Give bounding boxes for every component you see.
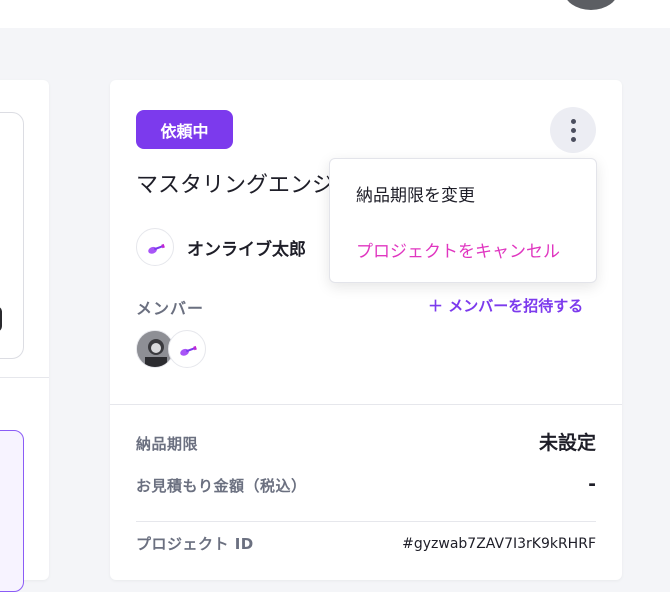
deadline-value: 未設定	[538, 432, 596, 454]
more-options-button[interactable]	[550, 107, 596, 153]
menu-item-change-deadline[interactable]: 納品期限を変更	[356, 181, 475, 206]
more-vertical-icon	[570, 118, 576, 124]
details-divider	[136, 521, 596, 522]
project-id-label: プロジェクト ID	[136, 535, 254, 553]
estimate-label: お見積もり金額（税込）	[136, 477, 307, 495]
menu-item-cancel-project[interactable]: プロジェクトをキャンセル	[356, 237, 560, 262]
owner-name: オンライブ太郎	[187, 240, 306, 260]
status-badge: 依頼中	[136, 110, 233, 149]
estimate-value: -	[588, 473, 596, 495]
project-card: 依頼中 マスタリングエンジニア募集 オンライブ太郎 メンバー ＋ メンバーを招待…	[110, 80, 622, 580]
owner-avatar	[136, 228, 174, 266]
guitar-icon	[148, 243, 165, 254]
member-avatar-guitar[interactable]	[168, 330, 206, 368]
project-title: マスタリングエンジニア募集	[136, 173, 336, 198]
members-label: メンバー	[136, 299, 205, 318]
options-dropdown-menu: 納品期限を変更 プロジェクトをキャンセル	[329, 158, 597, 283]
guitar-icon	[180, 345, 197, 356]
adjacent-card-panel	[0, 112, 24, 359]
adjacent-card-divider	[0, 377, 49, 378]
project-id-value: #gyzwab7ZAV7I3rK9kRHRF	[402, 536, 596, 552]
deadline-label: 納品期限	[136, 435, 199, 453]
invite-member-button[interactable]: ＋ メンバーを招待する	[428, 295, 583, 316]
section-divider	[110, 404, 622, 405]
adjacent-card-highlight	[0, 430, 24, 592]
